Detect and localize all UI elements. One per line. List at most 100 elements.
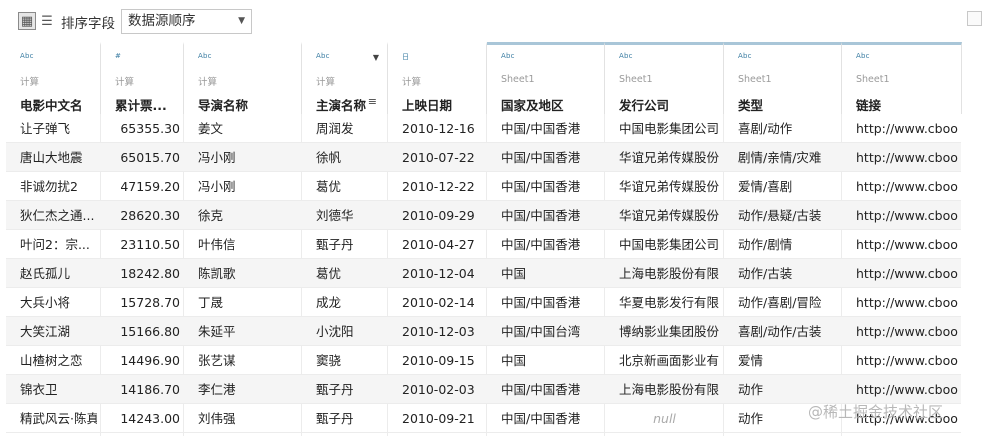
field-type-icon: Abc	[738, 52, 752, 60]
column-header-3[interactable]: Abc 计算 主演名称 ▼ ≡	[302, 42, 388, 114]
column-header-7[interactable]: Abc Sheet1 类型	[724, 42, 842, 114]
sort-field-select[interactable]: 数据源顺序 ▼	[121, 9, 252, 34]
table-cell: 华谊兄弟传媒股份...	[619, 208, 720, 223]
field-source-label: Sheet1	[619, 74, 653, 85]
column-header-5[interactable]: Abc Sheet1 国家及地区	[487, 42, 605, 114]
table-cell: 甄子丹	[316, 382, 354, 397]
table-cell: 窦骁	[316, 353, 342, 368]
table-cell: 中国/中国香港	[501, 121, 581, 136]
table-cell: 朱延平	[198, 324, 236, 339]
table-cell: 甄子丹	[316, 411, 354, 426]
column-header-6[interactable]: Abc Sheet1 发行公司	[605, 42, 724, 114]
sort-icon[interactable]: ≡	[368, 95, 377, 108]
table-cell: 中国/中国香港	[501, 179, 581, 194]
column-header-0[interactable]: Abc 计算 电影中文名	[6, 42, 101, 114]
table-cell: 周润发	[316, 121, 354, 136]
column-header-4[interactable]: 日计算 上映日期	[388, 42, 487, 114]
table-cell: 狄仁杰之通...	[20, 208, 95, 223]
table-cell: 喜剧/动作	[738, 121, 793, 136]
table-cell: http://www.cboo...	[856, 353, 958, 368]
table-cell: 18242.80	[120, 266, 180, 281]
table-cell: http://www.cboo...	[856, 295, 958, 310]
chevron-down-icon[interactable]: ▼	[373, 53, 379, 62]
table-cell: 动作/古装	[738, 266, 793, 281]
field-source-label: 计算	[402, 77, 422, 88]
table-cell: 2010-09-29	[402, 208, 475, 223]
field-type-icon: Abc	[501, 52, 515, 60]
table-cell: 2010-09-21	[402, 411, 475, 426]
table-cell: 中国/中国香港	[501, 237, 581, 252]
column-header-1[interactable]: # 计算 累计票...	[101, 42, 184, 114]
toolbar: ▦ ☰ 排序字段 数据源顺序 ▼	[0, 0, 983, 42]
table-cell: 大兵小将	[20, 295, 71, 310]
table-cell: 葛优	[316, 266, 342, 281]
field-source-label: 计算	[115, 77, 135, 88]
column-header-8[interactable]: Abc Sheet1 链接	[842, 42, 962, 114]
table-cell: 15728.70	[120, 295, 180, 310]
list-view-icon[interactable]: ☰	[38, 12, 56, 30]
table-cell: 喜剧/动作/古装	[738, 324, 822, 339]
field-name-label: 导演名称	[198, 98, 249, 113]
field-name-label: 主演名称	[316, 98, 367, 113]
options-checkbox[interactable]	[967, 11, 982, 26]
field-type-icon: Abc	[316, 52, 330, 60]
table-cell: 博纳影业集团股份...	[619, 324, 720, 339]
table-cell: 精武风云·陈真	[20, 411, 97, 426]
table-cell: 丁晟	[198, 295, 224, 310]
table-cell: 华谊兄弟传媒股份...	[619, 179, 720, 194]
table-cell: 中国/中国香港	[501, 382, 581, 397]
watermark: @稀土掘金技术社区	[808, 403, 944, 421]
table-cell: 爱情	[738, 353, 764, 368]
table-row[interactable]: 山楂树之恋 14496.90 张艺谋 窦骁 2010-09-15 中国 北京新画面影业有..…	[6, 346, 961, 375]
grid-view-icon[interactable]: ▦	[18, 12, 36, 30]
table-row[interactable]: 大笑江湖 15166.80 朱延平 小沈阳 2010-12-03 中国/中国台湾 博纳影业集…	[6, 317, 961, 346]
table-cell: 上海电影股份有限...	[619, 382, 720, 397]
table-cell: 2010-04-27	[402, 237, 475, 252]
table-cell: 23110.50	[120, 237, 180, 252]
table-cell: 爱情/喜剧	[738, 179, 793, 194]
table-cell: 葛优	[316, 179, 342, 194]
field-name-label: 累计票...	[115, 98, 167, 113]
table-row[interactable]: 赵氏孤儿 18242.80 陈凯歌 葛优 2010-12-04 中国 上海电影股份有限...…	[6, 259, 961, 288]
table-cell: 中国/中国香港	[501, 150, 581, 165]
table-row[interactable]: 锦衣卫 14186.70 李仁港 甄子丹 2010-02-03 中国/中国香港 上海电影股份…	[6, 375, 961, 404]
field-source-label: Sheet1	[856, 74, 890, 85]
table-cell: 中国/中国香港	[501, 208, 581, 223]
table-cell: 中国电影集团公司	[619, 121, 720, 136]
table-cell: 2010-12-22	[402, 179, 475, 194]
table-cell: http://www.cboo...	[856, 150, 958, 165]
table-row[interactable]: 非诚勿扰2 47159.20 冯小刚 葛优 2010-12-22 中国/中国香港 华谊兄弟传…	[6, 172, 961, 201]
field-source-label: 计算	[198, 77, 218, 88]
table-row[interactable]: 叶问2：宗... 23110.50 叶伟信 甄子丹 2010-04-27 中国/中国香港 中…	[6, 230, 961, 259]
table-cell: http://www.cboo...	[856, 382, 958, 397]
field-name-label: 国家及地区	[501, 98, 564, 113]
sort-field-value: 数据源顺序	[128, 13, 196, 29]
chevron-down-icon: ▼	[238, 16, 245, 26]
table-cell: 赵氏孤儿	[20, 266, 71, 281]
table-cell: 锦衣卫	[20, 382, 58, 397]
table-row[interactable]: 让子弹飞 65355.30 姜文 周润发 2010-12-16 中国/中国香港 中国电影集团…	[6, 114, 961, 143]
table-row[interactable]: 大兵小将 15728.70 丁晟 成龙 2010-02-14 中国/中国香港 华夏电影发行有…	[6, 288, 961, 317]
column-header-2[interactable]: Abc 计算 导演名称	[184, 42, 302, 114]
field-source-label: Sheet1	[501, 74, 535, 85]
table-cell: 2010-12-03	[402, 324, 475, 339]
field-name-label: 类型	[738, 98, 764, 113]
table-cell: 65355.30	[120, 121, 180, 136]
table-row[interactable]: 狄仁杰之通... 28620.30 徐克 刘德华 2010-09-29 中国/中国香港 华谊…	[6, 201, 961, 230]
vertical-scrollbar[interactable]	[962, 42, 983, 436]
table-cell: 张艺谋	[198, 353, 236, 368]
table-cell: 华夏电影发行有限...	[619, 295, 720, 310]
table-cell: null	[653, 411, 676, 426]
table-cell: 小沈阳	[316, 324, 354, 339]
table-cell: 非诚勿扰2	[20, 179, 78, 194]
table-cell: 28620.30	[120, 208, 180, 223]
table-cell: 14243.00	[120, 411, 180, 426]
table-cell: 冯小刚	[198, 179, 236, 194]
table-cell: 上海电影股份有限...	[619, 266, 720, 281]
table-cell: 2010-02-14	[402, 295, 475, 310]
table-cell: 唐山大地震	[20, 150, 83, 165]
table-row[interactable]: 唐山大地震 65015.70 冯小刚 徐帆 2010-07-22 中国/中国香港 华谊兄弟传…	[6, 143, 961, 172]
field-source-label: Sheet1	[738, 74, 772, 85]
table-cell: 动作	[738, 382, 764, 397]
table-cell: http://www.cboo...	[856, 266, 958, 281]
